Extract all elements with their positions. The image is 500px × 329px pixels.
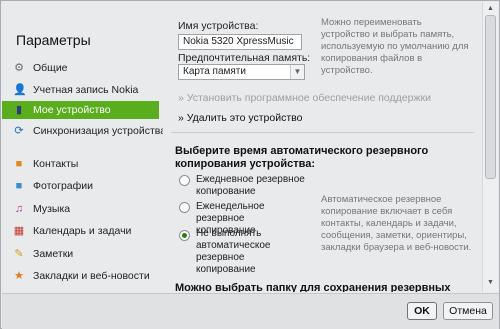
sidebar-item-my-device[interactable]: ▮ Мое устройство bbox=[2, 101, 159, 119]
preferred-memory-select[interactable]: Карта памяти ▼ bbox=[178, 64, 305, 80]
backup-hint: Автоматическое резервное копирование вкл… bbox=[321, 194, 472, 253]
sidebar-item-device-sync[interactable]: ⟳ Синхронизация устройства bbox=[2, 122, 166, 140]
sidebar-item-label: Синхронизация устройства bbox=[33, 125, 167, 137]
user-account-icon: 👤 bbox=[13, 84, 27, 96]
backup-daily-radio[interactable] bbox=[179, 175, 190, 186]
device-name-hint: Можно переименовать устройство и выбрать… bbox=[321, 17, 469, 76]
settings-window: ✕ Параметры ⚙ Общие 👤 Учетная запись Nok… bbox=[0, 0, 500, 329]
ok-button[interactable]: OK bbox=[407, 302, 437, 320]
sidebar-item-label: Мое устройство bbox=[33, 104, 111, 116]
phone-icon: ▮ bbox=[15, 104, 23, 116]
scroll-down-icon[interactable]: ▼ bbox=[485, 278, 496, 288]
sidebar-item-label: Учетная запись Nokia bbox=[33, 84, 139, 96]
install-support-software-link: » Установить программное обеспечение под… bbox=[178, 92, 431, 104]
music-icon: ♫ bbox=[14, 203, 24, 215]
sidebar-item-general[interactable]: ⚙ Общие bbox=[2, 59, 159, 77]
backup-folder-title: Можно выбрать папку для сохранения резер… bbox=[175, 282, 451, 292]
divider bbox=[171, 132, 474, 133]
sidebar-item-calendar[interactable]: ▦ Календарь и задачи bbox=[2, 222, 159, 240]
sidebar-item-contacts[interactable]: ■ Контакты bbox=[2, 155, 159, 173]
backup-none-radio[interactable] bbox=[179, 230, 190, 241]
scroll-up-icon[interactable]: ▲ bbox=[485, 4, 496, 14]
cancel-button[interactable]: Отмена bbox=[443, 302, 493, 320]
remove-device-link[interactable]: » Удалить это устройство bbox=[178, 112, 302, 124]
sidebar-item-music[interactable]: ♫ Музыка bbox=[2, 200, 159, 218]
sync-icon: ⟳ bbox=[14, 125, 24, 137]
chevron-down-icon: ▼ bbox=[290, 65, 304, 79]
preferred-memory-value: Карта памяти bbox=[183, 66, 246, 77]
sidebar: Параметры ⚙ Общие 👤 Учетная запись Nokia… bbox=[2, 2, 166, 292]
sidebar-item-label: Общие bbox=[33, 62, 68, 74]
device-settings-panel: Имя устройства: Nokia 5320 XpressMusic М… bbox=[163, 2, 482, 292]
photos-icon: ■ bbox=[15, 180, 23, 192]
backup-none-label[interactable]: Не выполнять автоматическое резервное ко… bbox=[196, 228, 306, 276]
backup-schedule-title: Выберите время автоматического резервног… bbox=[175, 145, 429, 170]
sidebar-item-label: Закладки и веб-новости bbox=[33, 270, 150, 282]
scroll-thumb[interactable] bbox=[485, 15, 496, 179]
sidebar-item-nokia-account[interactable]: 👤 Учетная запись Nokia bbox=[2, 81, 159, 99]
gear-icon: ⚙ bbox=[14, 62, 24, 74]
sidebar-item-label: Фотографии bbox=[33, 180, 94, 192]
vertical-scrollbar[interactable]: ▲ ▼ bbox=[482, 2, 498, 292]
contacts-icon: ■ bbox=[15, 158, 23, 170]
preferred-memory-label: Предпочтительная память: bbox=[178, 52, 311, 64]
sidebar-item-label: Музыка bbox=[33, 203, 71, 215]
backup-weekly-radio[interactable] bbox=[179, 202, 190, 213]
sidebar-item-label: Контакты bbox=[33, 158, 79, 170]
backup-daily-label[interactable]: Ежедневное резервное копирование bbox=[196, 174, 306, 198]
device-name-field[interactable]: Nokia 5320 XpressMusic bbox=[178, 34, 302, 50]
notes-icon: ✎ bbox=[14, 248, 24, 260]
sidebar-item-label: Календарь и задачи bbox=[33, 225, 132, 237]
sidebar-title: Параметры bbox=[16, 32, 91, 48]
sidebar-item-label: Заметки bbox=[33, 248, 74, 260]
device-name-label: Имя устройства: bbox=[178, 20, 259, 32]
sidebar-item-bookmarks[interactable]: ★ Закладки и веб-новости bbox=[2, 267, 159, 285]
calendar-icon: ▦ bbox=[13, 225, 25, 237]
sidebar-item-notes[interactable]: ✎ Заметки bbox=[2, 245, 159, 263]
bookmarks-icon: ★ bbox=[14, 270, 24, 282]
sidebar-item-photos[interactable]: ■ Фотографии bbox=[2, 177, 159, 195]
dialog-footer: OK Отмена bbox=[2, 293, 499, 329]
